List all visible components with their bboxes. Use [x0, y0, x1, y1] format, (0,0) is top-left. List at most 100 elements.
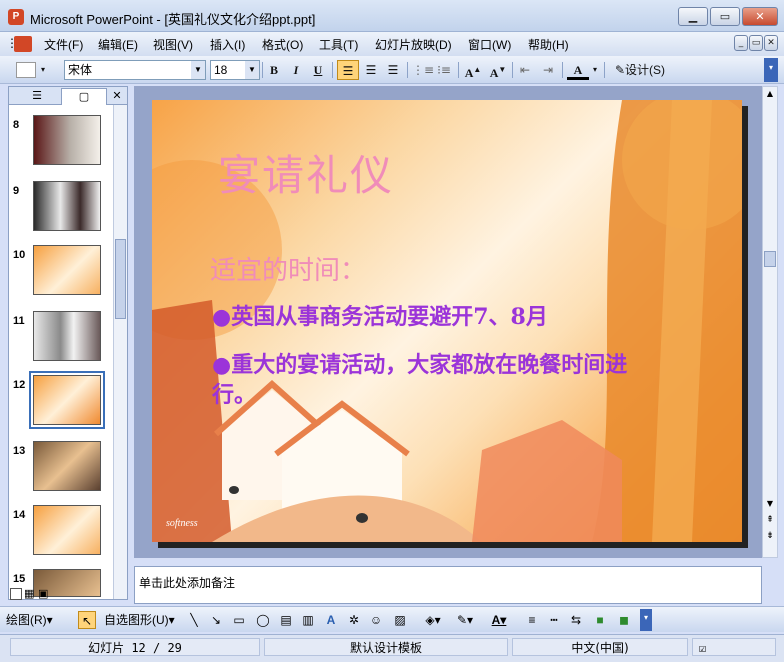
divider [407, 62, 408, 78]
scroll-down-icon[interactable]: ▼ [763, 497, 777, 511]
spelling-icon[interactable]: ☑ [692, 638, 776, 656]
slides-panel: ☰ ▢ ✕ 8 9 10 11 12 13 14 15 [8, 86, 128, 600]
shadow-icon[interactable]: ■ [592, 611, 608, 629]
menu-window[interactable]: 窗口(W) [468, 36, 511, 53]
thumb-number: 11 [13, 315, 25, 327]
bullet-item[interactable]: ●重大的宴请活动，大家都放在晚餐时间进 行。 [212, 350, 627, 410]
normal-view-icon[interactable] [10, 588, 22, 600]
3d-icon[interactable]: ◼ [616, 611, 632, 629]
slideshow-view-icon[interactable]: ▣ [38, 588, 48, 600]
increase-indent-icon[interactable]: ⇥ [538, 60, 558, 80]
decrease-font-icon[interactable]: A▼ [488, 60, 508, 80]
tab-slides[interactable]: ▢ [61, 88, 107, 105]
bold-button[interactable]: B [264, 60, 284, 80]
bullet-dot: ● [212, 304, 232, 330]
slide-thumbnail[interactable] [33, 311, 101, 361]
notes-pane[interactable]: 单击此处添加备注 [134, 566, 762, 604]
font-color-icon[interactable]: A [567, 60, 589, 80]
picture-icon[interactable]: ▨ [392, 611, 408, 629]
bullet-item[interactable]: ●英国从事商务活动要避开7、8月 [212, 302, 548, 332]
line-color-icon[interactable]: ✎▾ [454, 611, 476, 629]
slide-subtitle[interactable]: 适宜的时间： [210, 250, 366, 287]
slide-thumbnail[interactable] [33, 245, 101, 295]
toolbar-options-button[interactable]: ▾ [640, 609, 652, 631]
draw-menu-button[interactable]: 绘图(R)▾ [6, 611, 76, 629]
menu-slideshow[interactable]: 幻灯片放映(D) [375, 36, 452, 53]
document-icon[interactable] [14, 36, 32, 52]
menu-file[interactable]: 文件(F) [44, 36, 83, 53]
sorter-view-icon[interactable]: ▦ [24, 588, 34, 600]
font-color-icon[interactable]: A▾ [488, 611, 510, 629]
slide-title[interactable]: 宴请礼仪 [218, 142, 394, 203]
language: 中文(中国) [512, 638, 688, 656]
bullet-text: 重大的宴请活动，大家都放在晚餐时间进 [231, 352, 628, 378]
italic-button[interactable]: I [286, 60, 306, 80]
maximize-button[interactable]: ▭ [710, 7, 740, 26]
bullets-icon[interactable]: ⁝≡ [434, 60, 454, 80]
font-name-select[interactable]: 宋体 ▼ [64, 60, 206, 80]
increase-font-icon[interactable]: A▲ [463, 60, 483, 80]
slide-position: 幻灯片 12 / 29 [10, 638, 260, 656]
align-right-button[interactable]: ☰ [383, 60, 403, 80]
ellipse-icon[interactable]: ◯ [254, 611, 272, 629]
doc-minimize-button[interactable]: _ [734, 35, 748, 51]
doc-close-button[interactable]: ✕ [764, 35, 778, 51]
line-style-icon[interactable]: ≡ [524, 611, 540, 629]
doc-restore-button[interactable]: ▭ [749, 35, 763, 51]
decrease-indent-icon[interactable]: ⇤ [515, 60, 535, 80]
slide-thumbnail[interactable] [33, 505, 101, 555]
textbox-icon[interactable]: ▤ [278, 611, 294, 629]
design-button[interactable]: ✎设计(S) [610, 60, 670, 80]
scroll-up-icon[interactable]: ▲ [763, 87, 777, 101]
align-left-button[interactable]: ☰ [337, 60, 359, 80]
rectangle-icon[interactable]: ▭ [230, 611, 248, 629]
slide-scrollbar[interactable]: ▲ ▼ ⇞ ⇟ [762, 86, 778, 558]
notes-placeholder: 单击此处添加备注 [139, 576, 236, 590]
panel-tabs: ☰ ▢ ✕ [9, 87, 127, 105]
chevron-down-icon[interactable]: ▼ [245, 61, 259, 79]
arrow-icon[interactable]: ↘ [208, 611, 224, 629]
select-pointer-icon[interactable]: ↖ [78, 611, 96, 629]
menu-help[interactable]: 帮助(H) [528, 36, 569, 53]
slide-thumbnail[interactable] [33, 181, 101, 231]
numbering-icon[interactable]: ⋮≡ [412, 60, 434, 80]
toolbar-options-button[interactable]: ▾ [764, 58, 778, 82]
thumbnail-scrollbar[interactable] [113, 105, 127, 599]
previous-slide-icon[interactable]: ⇞ [763, 513, 777, 527]
menu-edit[interactable]: 编辑(E) [98, 36, 138, 53]
current-slide[interactable]: 宴请礼仪 适宜的时间： ●英国从事商务活动要避开7、8月 ●重大的宴请活动，大家… [152, 100, 742, 542]
wordart-icon[interactable]: A [322, 611, 340, 629]
arrow-style-icon[interactable]: ⇆ [568, 611, 584, 629]
tab-outline[interactable]: ☰ [15, 88, 59, 105]
clipart-icon[interactable]: ☺ [368, 611, 384, 629]
vertical-textbox-icon[interactable]: ▥ [300, 611, 316, 629]
fill-color-icon[interactable]: ◈▾ [422, 611, 444, 629]
new-icon[interactable] [16, 62, 36, 78]
slide-thumbnail-selected[interactable] [29, 371, 105, 429]
formatting-toolbar: ▾ 宋体 ▼ 18 ▼ B I U ☰ ☰ ☰ ⋮≡ ⁝≡ A▲ A▼ ⇤ ⇥ … [0, 56, 784, 84]
scroll-thumb[interactable] [115, 239, 126, 319]
minimize-button[interactable]: ▁ [678, 7, 708, 26]
chevron-down-icon[interactable]: ▼ [191, 61, 205, 79]
menu-insert[interactable]: 插入(I) [210, 36, 245, 53]
menu-tools[interactable]: 工具(T) [319, 36, 358, 53]
chevron-down-icon[interactable]: ▾ [590, 60, 600, 80]
close-icon[interactable]: ✕ [109, 88, 125, 105]
bullet-dot: ● [212, 352, 232, 378]
line-icon[interactable]: ╲ [186, 611, 202, 629]
scroll-thumb[interactable] [764, 251, 776, 267]
dash-style-icon[interactable]: ┅ [546, 611, 562, 629]
autoshapes-button[interactable]: 自选图形(U)▾ [104, 611, 184, 629]
close-button[interactable]: ✕ [742, 7, 778, 26]
slide-thumbnail[interactable] [33, 115, 101, 165]
diagram-icon[interactable]: ✲ [346, 611, 362, 629]
underline-button[interactable]: U [308, 60, 328, 80]
align-center-button[interactable]: ☰ [361, 60, 381, 80]
house-wall [152, 300, 232, 542]
font-size-select[interactable]: 18 ▼ [210, 60, 260, 80]
menu-view[interactable]: 视图(V) [153, 36, 193, 53]
menu-format[interactable]: 格式(O) [262, 36, 303, 53]
slide-thumbnail[interactable] [33, 441, 101, 491]
chevron-down-icon[interactable]: ▾ [38, 60, 48, 80]
next-slide-icon[interactable]: ⇟ [763, 529, 777, 543]
